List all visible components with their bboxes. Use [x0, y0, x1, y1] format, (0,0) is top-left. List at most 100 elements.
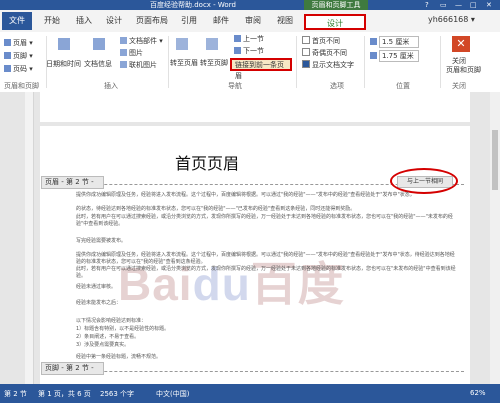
group-label-header-footer: 页眉和页脚: [4, 82, 39, 90]
status-page[interactable]: 第 1 页，共 6 页: [38, 389, 91, 399]
tab-mailings[interactable]: 邮件: [213, 15, 229, 26]
body-paragraph[interactable]: 此时，若有用户在可以通过搜索经验，或沿分类浏览的方式，发现你所撰写的经验，万一经…: [76, 214, 456, 228]
header-distance-icon: [370, 38, 377, 45]
date-time-label: 日期和时间: [46, 60, 81, 68]
header-title[interactable]: 首页页眉: [175, 150, 239, 174]
group-separator: [296, 36, 297, 88]
close-sub-label: 页眉和页脚: [446, 66, 481, 74]
close-icon: ✕: [456, 37, 466, 50]
tab-insert[interactable]: 插入: [76, 15, 92, 26]
vertical-ruler: [25, 92, 34, 384]
body-paragraph[interactable]: 3）涉及要点需要真实。: [76, 342, 456, 349]
page-number-icon: [4, 65, 11, 72]
tab-design-header-footer[interactable]: 设计: [304, 14, 366, 30]
checkbox-checked-icon: [302, 60, 310, 68]
minimize-button[interactable]: —: [455, 0, 462, 10]
footer-distance-icon: [370, 52, 377, 59]
header-section-label: 页眉 - 第 2 节 -: [41, 176, 104, 189]
body-paragraph[interactable]: 1）标题含有特别，以不是经验性的标题。: [76, 326, 456, 333]
body-paragraph[interactable]: 写完经验需要被发布。: [76, 238, 456, 245]
window-title: 百度经验帮助.docx - Word: [150, 1, 236, 9]
status-zoom[interactable]: 62%: [470, 389, 486, 397]
maximize-button[interactable]: □: [470, 0, 477, 10]
tab-page-layout[interactable]: 页面布局: [136, 15, 168, 26]
header-button[interactable]: 页眉 ▾: [4, 38, 33, 48]
goto-footer-icon: [206, 38, 218, 50]
group-label-close: 关闭: [452, 82, 466, 90]
doc-info-label: 文档信息: [84, 60, 112, 68]
previous-section-button[interactable]: 上一节: [234, 34, 264, 44]
tab-references[interactable]: 引用: [181, 15, 197, 26]
goto-header-button[interactable]: [176, 38, 198, 54]
footer-section-label: 页脚 - 第 2 节 -: [41, 362, 104, 375]
page-previous: [40, 92, 470, 122]
body-paragraph[interactable]: 经验未通过审核。: [76, 284, 456, 291]
footer-button[interactable]: 页脚 ▾: [4, 51, 33, 61]
tab-review[interactable]: 审阅: [245, 15, 261, 26]
close-header-footer-button[interactable]: ✕: [452, 36, 470, 52]
goto-header-icon: [176, 38, 188, 50]
group-separator: [168, 36, 169, 88]
picture-button[interactable]: 图片: [120, 48, 143, 58]
document-icon: [93, 38, 105, 50]
header-icon: [4, 39, 11, 46]
show-document-text-checkbox[interactable]: 显示文档文字: [302, 60, 354, 70]
body-paragraph[interactable]: 经验未能发布之后：: [76, 300, 456, 307]
body-paragraph[interactable]: 以下情况会影响经验达到标准：: [76, 318, 456, 325]
page-number-button[interactable]: 页码 ▾: [4, 64, 33, 74]
doc-info-button[interactable]: [86, 38, 114, 60]
status-bar: 第 2 节 第 1 页，共 6 页 2563 个字 中文(中国) 62%: [0, 384, 500, 403]
scrollbar-thumb[interactable]: [492, 130, 498, 190]
group-label-position: 位置: [396, 82, 410, 90]
body-paragraph[interactable]: 提供你成功编辑原理及任务，经验将进入发布流程。这个过程中，百度编辑将根据。可以通…: [76, 252, 456, 266]
calendar-icon: [58, 38, 70, 50]
ribbon: 页眉 ▾ 页脚 ▾ 页码 ▾ 页眉和页脚 日期和时间 文档信息 文档部件 ▾ 图…: [0, 32, 500, 93]
tab-file[interactable]: 文件: [2, 12, 32, 30]
different-odd-even-checkbox[interactable]: 奇偶页不同: [302, 48, 347, 58]
status-word-count[interactable]: 2563 个字: [100, 389, 134, 399]
footer-icon: [4, 52, 11, 59]
close-window-button[interactable]: ✕: [486, 0, 492, 10]
highlight-circle: [390, 168, 458, 194]
doc-parts-icon: [120, 37, 127, 44]
goto-header-label: 转至页眉: [170, 59, 198, 67]
group-separator: [440, 36, 441, 88]
status-section[interactable]: 第 2 节: [4, 389, 27, 399]
group-label-options: 选项: [330, 82, 344, 90]
tab-home[interactable]: 开始: [44, 15, 60, 26]
next-section-button[interactable]: 下一节: [234, 46, 264, 56]
checkbox-icon: [302, 48, 310, 56]
online-picture-button[interactable]: 联机图片: [120, 60, 157, 70]
header-top-distance-field[interactable]: 1.5 厘米: [370, 36, 419, 48]
group-label-navigation: 导航: [228, 82, 242, 90]
group-separator: [364, 36, 365, 88]
footer-boundary: [44, 371, 464, 372]
body-paragraph[interactable]: 经验中第一条经验标题，流畅不规范。: [76, 354, 456, 361]
body-paragraph[interactable]: 的状态，待经验达到各地经验的标准发布状态，您可以在"我的经验"——"已发布的经验…: [76, 206, 456, 213]
body-paragraph[interactable]: 此时，若有用户在可以通过搜索经验，或沿分类浏览的方式，发现你所撰写的经验，万一经…: [76, 266, 456, 280]
arrow-down-icon: [234, 47, 241, 54]
link-to-previous-button[interactable]: 链接到前一条页眉: [230, 58, 292, 80]
arrow-up-icon: [234, 35, 241, 42]
footer-bottom-distance-field[interactable]: 1.75 厘米: [370, 50, 419, 62]
ribbon-display-icon[interactable]: ▭: [440, 0, 447, 10]
help-icon[interactable]: ?: [425, 0, 429, 10]
online-picture-icon: [120, 61, 127, 68]
doc-parts-button[interactable]: 文档部件 ▾: [120, 36, 163, 46]
checkbox-icon: [302, 36, 310, 44]
body-paragraph[interactable]: 2）条目阐述，不易于查看。: [76, 334, 456, 341]
goto-footer-button[interactable]: [206, 38, 228, 54]
tab-view[interactable]: 视图: [277, 15, 293, 26]
status-language[interactable]: 中文(中国): [156, 389, 189, 399]
context-tab-title: 页眉和页脚工具: [304, 0, 368, 10]
group-label-insert: 插入: [104, 82, 118, 90]
goto-footer-label: 转至页脚: [200, 59, 228, 67]
user-account[interactable]: yh666168 ▾: [428, 15, 475, 24]
different-first-page-checkbox[interactable]: 首页不同: [302, 36, 340, 46]
title-bar: 百度经验帮助.docx - Word 页眉和页脚工具 ? ▭ — □ ✕: [0, 0, 500, 10]
date-time-button[interactable]: [50, 38, 80, 60]
tab-design-doc[interactable]: 设计: [106, 15, 122, 26]
picture-icon: [120, 49, 127, 56]
body-paragraph[interactable]: 提供你成功编辑原理及任务，经验将进入发布流程。这个过程中，百度编辑将根据。可以通…: [76, 192, 456, 199]
ribbon-tabs: 文件 开始 插入 设计 页面布局 引用 邮件 审阅 视图 设计 yh666168…: [0, 10, 500, 33]
